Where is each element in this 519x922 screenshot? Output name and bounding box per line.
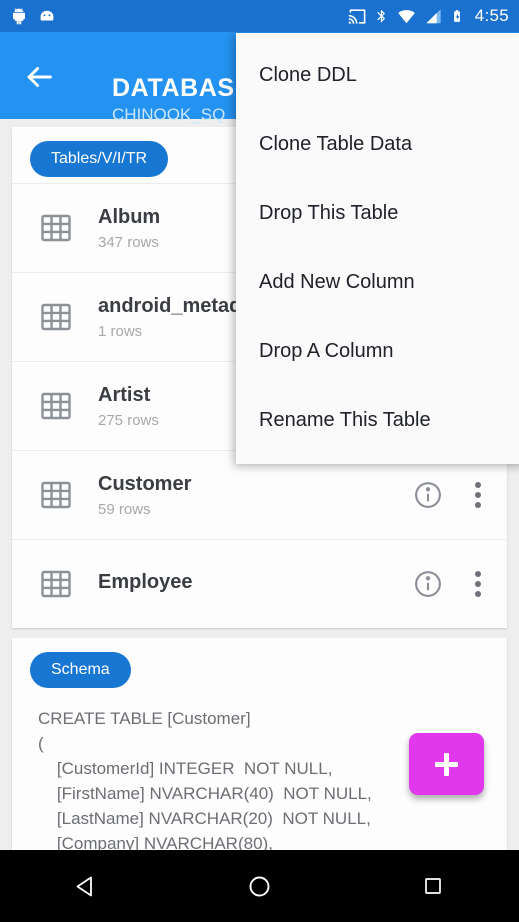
status-bar: 4:55 bbox=[0, 0, 519, 32]
status-bar-clock: 4:55 bbox=[474, 6, 509, 25]
add-button[interactable] bbox=[409, 733, 484, 795]
table-row-actions bbox=[413, 569, 493, 599]
cast-icon bbox=[348, 8, 366, 24]
info-icon[interactable] bbox=[413, 569, 443, 599]
table-row-texts: Customer 59 rows bbox=[98, 472, 191, 519]
plus-icon-vertical bbox=[444, 752, 449, 776]
table-name: android_metada bbox=[98, 294, 253, 317]
table-grid-icon bbox=[41, 214, 71, 242]
menu-item-clone-table-data[interactable]: Clone Table Data bbox=[236, 110, 519, 179]
context-menu: Clone DDL Clone Table Data Drop This Tab… bbox=[236, 33, 519, 464]
table-name: Album bbox=[98, 205, 161, 228]
overflow-menu-icon[interactable] bbox=[475, 481, 481, 509]
table-row-texts: Employee bbox=[98, 570, 192, 598]
status-bar-system-icons: 4:55 bbox=[348, 6, 509, 26]
android-head-icon bbox=[40, 10, 54, 21]
table-grid-icon bbox=[41, 570, 71, 598]
wifi-icon bbox=[397, 9, 415, 23]
menu-item-add-new-column[interactable]: Add New Column bbox=[236, 248, 519, 317]
android-robot-icon bbox=[13, 7, 25, 25]
table-grid-icon bbox=[41, 392, 71, 420]
menu-item-drop-this-table[interactable]: Drop This Table bbox=[236, 179, 519, 248]
nav-home-button[interactable] bbox=[205, 850, 315, 922]
back-arrow-icon bbox=[27, 67, 52, 87]
table-grid-icon bbox=[41, 481, 71, 509]
battery-charging-icon bbox=[453, 10, 460, 22]
home-circle-icon bbox=[249, 876, 270, 896]
signal-icon bbox=[426, 8, 441, 23]
table-row[interactable]: Employee bbox=[12, 539, 507, 628]
menu-item-clone-ddl[interactable]: Clone DDL bbox=[236, 41, 519, 110]
table-row-count: 59 rows bbox=[98, 500, 151, 518]
info-icon[interactable] bbox=[413, 480, 443, 510]
back-button[interactable] bbox=[22, 60, 56, 94]
tables-filter-chip[interactable]: Tables/V/I/TR bbox=[30, 141, 169, 177]
table-row-texts: Artist 275 rows bbox=[98, 383, 159, 430]
table-row-count: 1 rows bbox=[98, 322, 143, 340]
table-name: Customer bbox=[98, 472, 192, 495]
nav-recents-button[interactable] bbox=[378, 850, 488, 922]
nav-back-button[interactable] bbox=[32, 850, 142, 922]
table-row-count: 347 rows bbox=[98, 233, 159, 251]
recents-square-icon bbox=[424, 878, 441, 894]
table-name: Artist bbox=[98, 383, 151, 406]
table-name: Employee bbox=[98, 571, 193, 593]
table-row-actions bbox=[413, 480, 493, 510]
phone-screen: 4:55 DATABAS CHINOOK_SQ Tables/V/I/TR Al… bbox=[0, 0, 519, 922]
table-row-count: 275 rows bbox=[98, 411, 159, 429]
back-triangle-icon bbox=[76, 876, 92, 896]
menu-item-rename-this-table[interactable]: Rename This Table bbox=[236, 386, 519, 455]
status-bar-notifications bbox=[10, 7, 56, 25]
table-grid-icon bbox=[41, 303, 71, 331]
schema-chip[interactable]: Schema bbox=[30, 652, 131, 688]
navigation-bar bbox=[0, 850, 519, 922]
table-row-texts: android_metada 1 rows bbox=[98, 294, 252, 341]
menu-item-drop-a-column[interactable]: Drop A Column bbox=[236, 317, 519, 386]
overflow-menu-icon[interactable] bbox=[475, 570, 481, 598]
bluetooth-icon bbox=[376, 9, 385, 22]
table-row-texts: Album 347 rows bbox=[98, 205, 160, 252]
schema-chip-wrap: Schema bbox=[12, 638, 507, 694]
